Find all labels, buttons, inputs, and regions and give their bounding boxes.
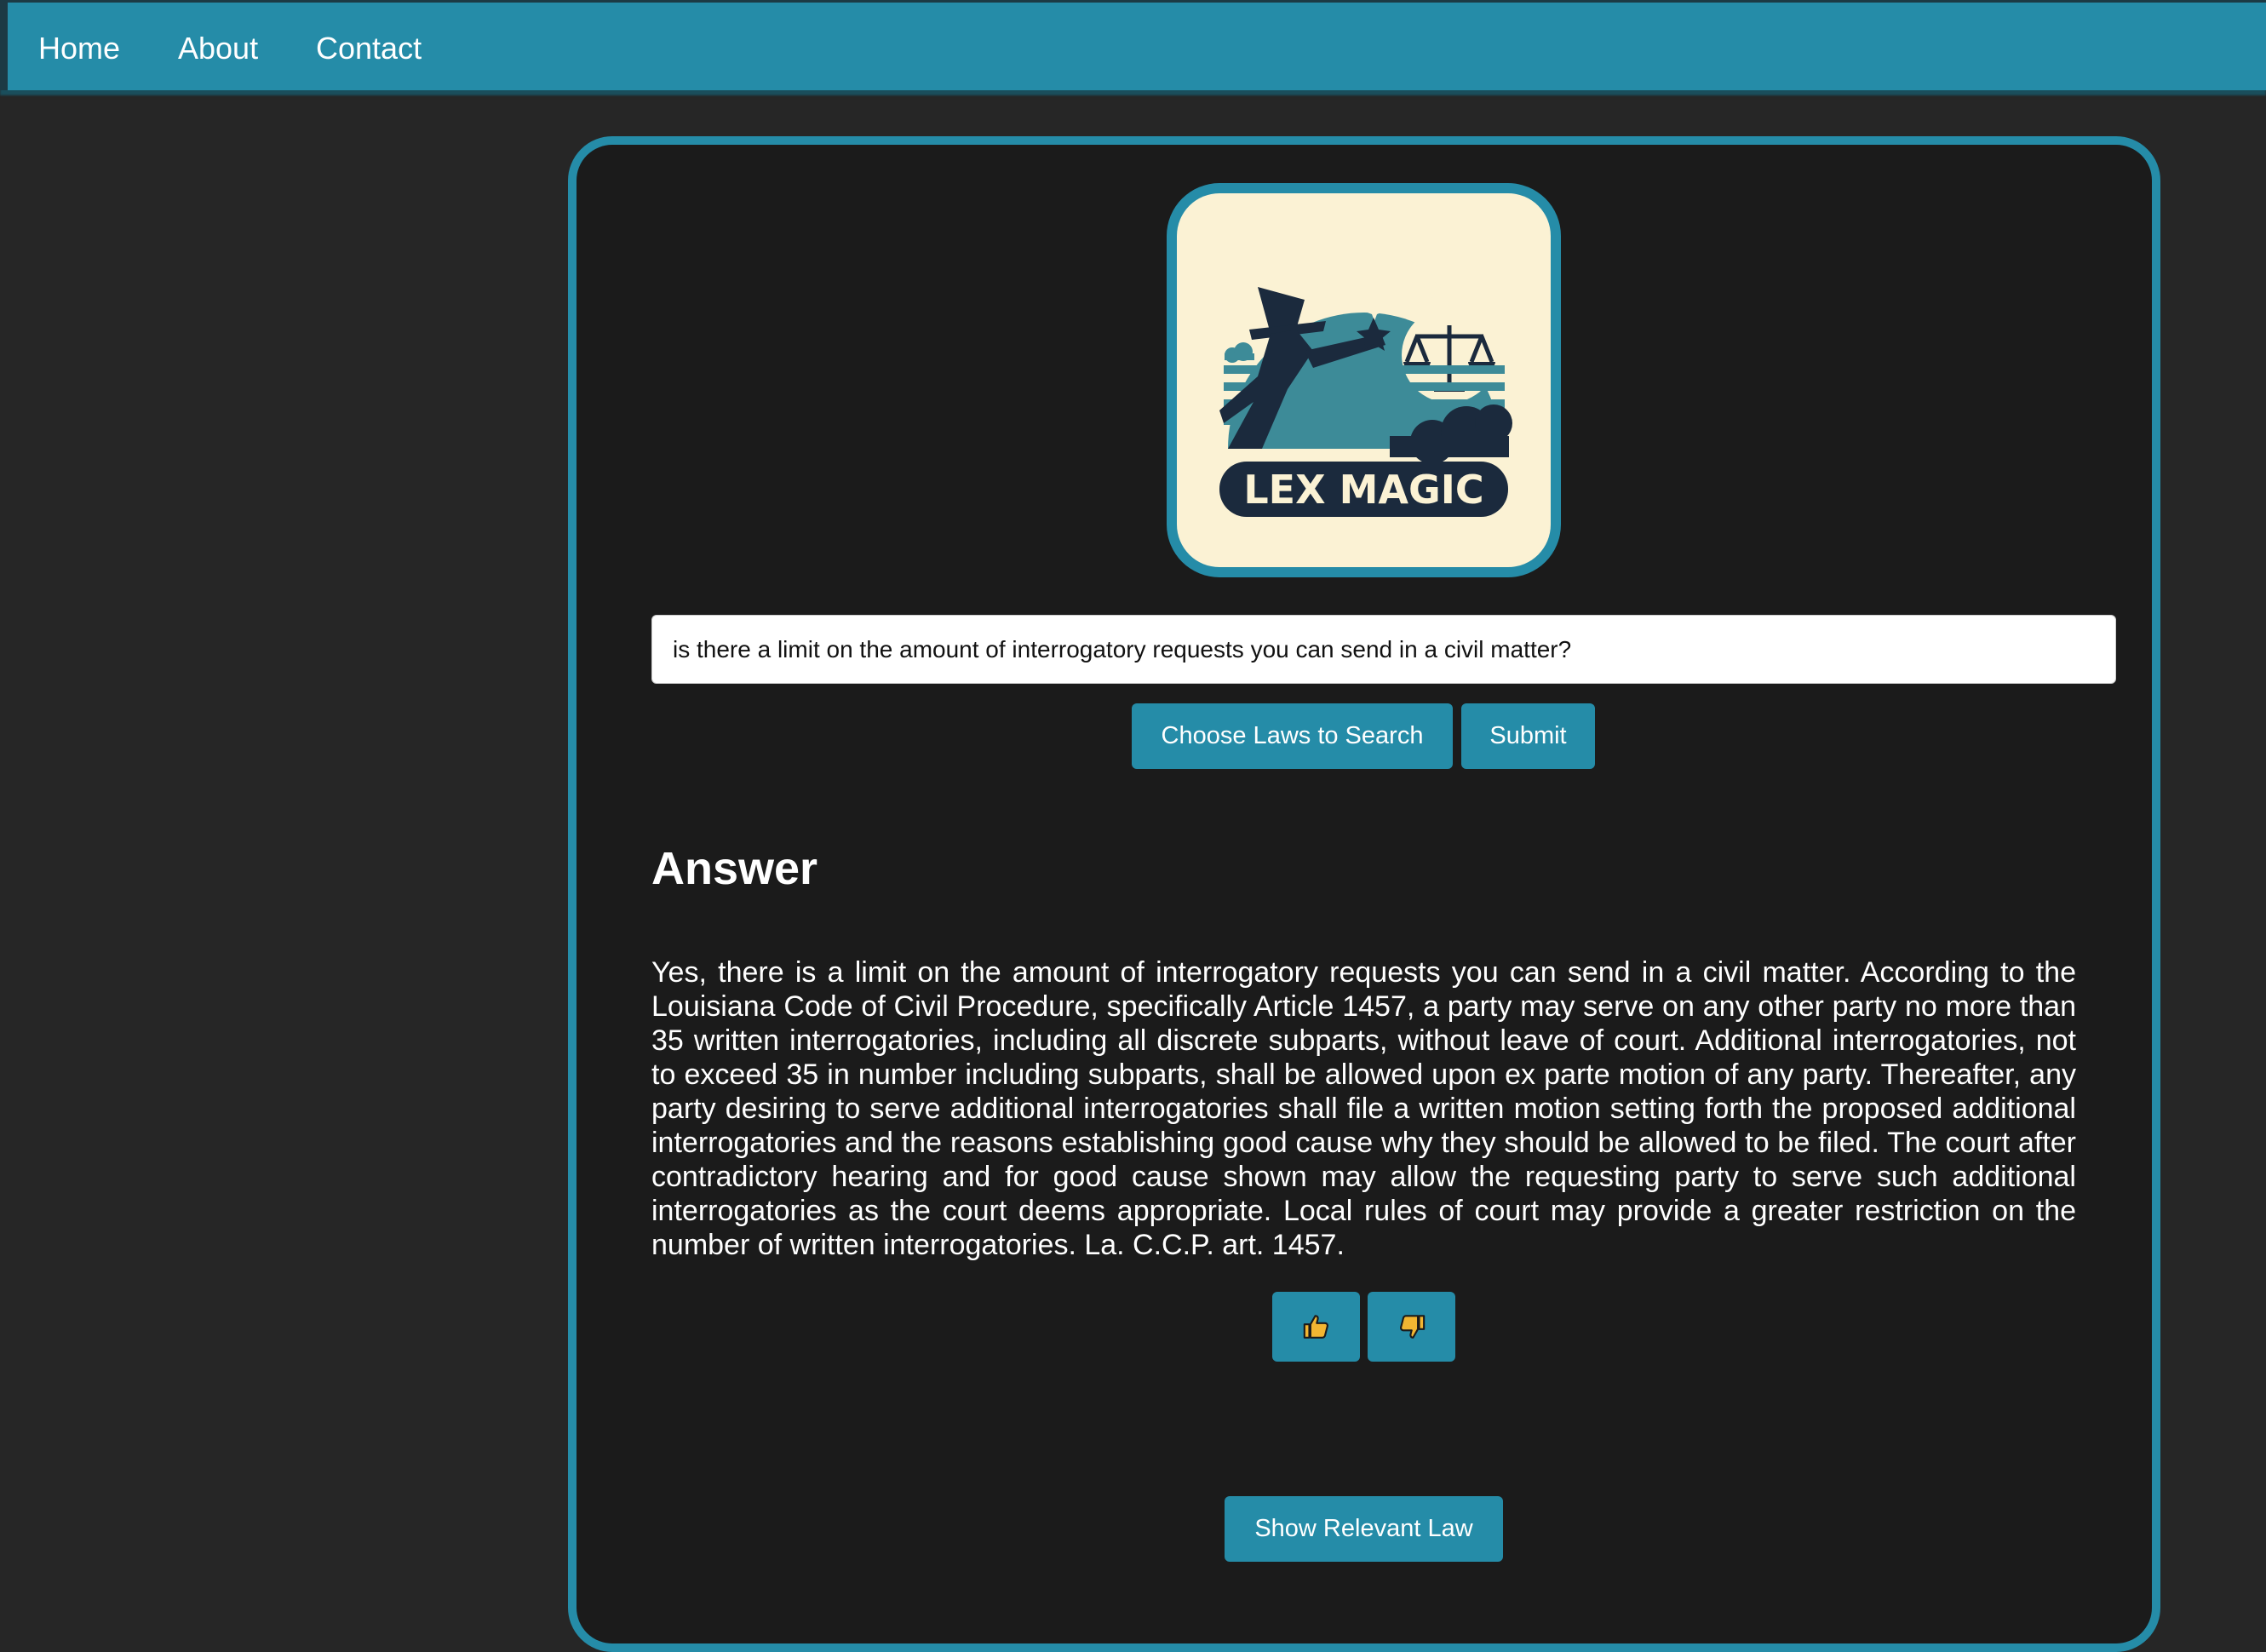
top-navbar: Home About Contact	[0, 0, 2266, 90]
question-input[interactable]	[651, 615, 2116, 684]
nav-contact-link[interactable]: Contact	[316, 32, 422, 66]
lex-magic-logo: LEX MAGIC	[1167, 183, 1561, 577]
thumbs-up-icon	[1303, 1315, 1328, 1339]
thumbs-down-icon	[1399, 1315, 1425, 1339]
logo-image: LEX MAGIC	[1177, 193, 1551, 567]
nav-about-link[interactable]: About	[178, 32, 258, 66]
submit-button[interactable]: Submit	[1461, 703, 1595, 769]
nav-home-link[interactable]: Home	[38, 32, 120, 66]
show-relevant-law-button[interactable]: Show Relevant Law	[1225, 1496, 1503, 1562]
logo-text: LEX MAGIC	[1243, 467, 1483, 513]
like-button[interactable]	[1272, 1292, 1360, 1362]
answer-heading: Answer	[651, 843, 818, 894]
answer-text: Yes, there is a limit on the amount of i…	[651, 956, 2076, 1261]
wizard-scales-illustration: LEX MAGIC	[1219, 250, 1512, 517]
dislike-button[interactable]	[1368, 1292, 1455, 1362]
choose-laws-button[interactable]: Choose Laws to Search	[1132, 703, 1453, 769]
